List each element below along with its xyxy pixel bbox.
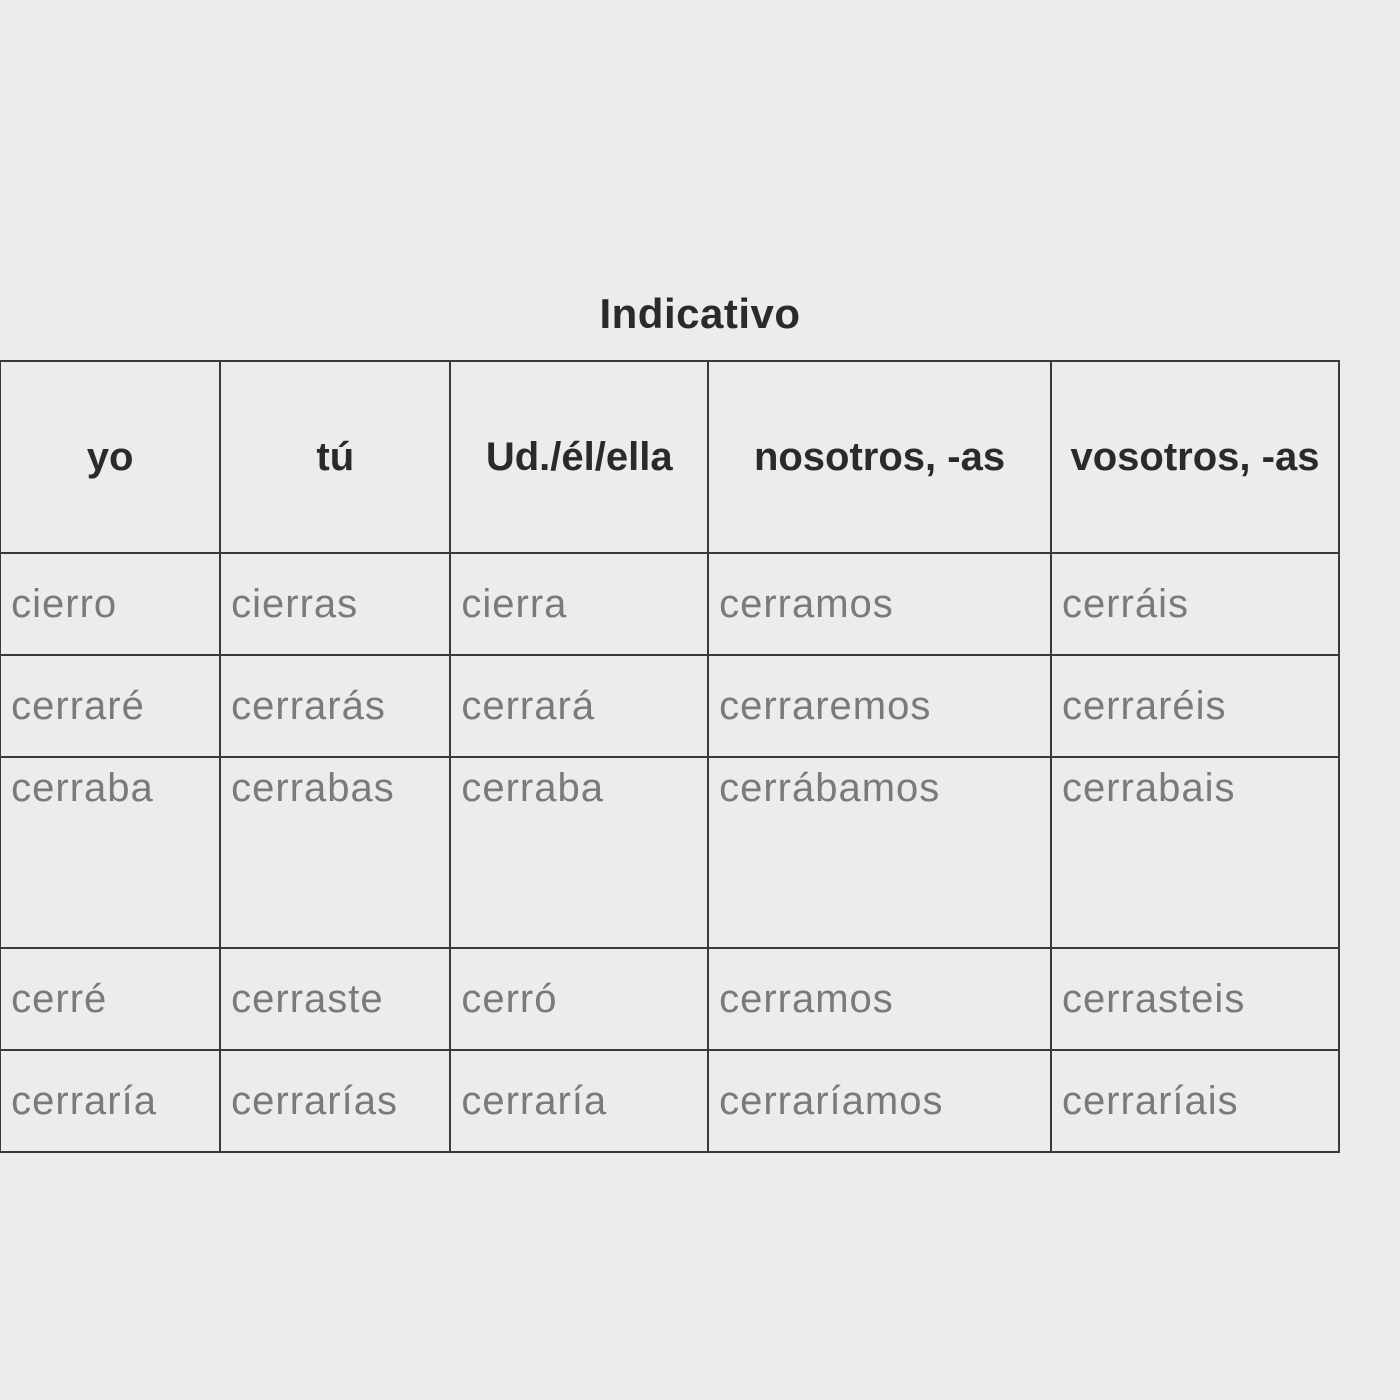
col-header-yo: yo [0, 361, 220, 553]
col-header-vosotros: vosotros, -as [1051, 361, 1339, 553]
cell: cierro [0, 553, 220, 655]
cell: cerré [0, 948, 220, 1050]
table-title: Indicativo [0, 290, 1400, 338]
cell: cerramos [708, 553, 1051, 655]
table-body: cierrocierrascierracerramoscerráiscerrar… [0, 553, 1339, 1152]
cell: cerraré [0, 655, 220, 757]
cell: cerraste [220, 948, 450, 1050]
cell: cerrarás [220, 655, 450, 757]
table-row: cerraríacerraríascerraríacerraríamoscerr… [0, 1050, 1339, 1152]
col-header-ud: Ud./él/ella [450, 361, 708, 553]
col-header-tu: tú [220, 361, 450, 553]
cell: cerraremos [708, 655, 1051, 757]
cell: cierra [450, 553, 708, 655]
table-row: cerrécerrastecerrócerramoscerrasteis [0, 948, 1339, 1050]
cell: cerraría [450, 1050, 708, 1152]
cell: cerró [450, 948, 708, 1050]
cell: cerrasteis [1051, 948, 1339, 1050]
cell: cerrabas [220, 757, 450, 948]
cell: cerráis [1051, 553, 1339, 655]
cell: cerrábamos [708, 757, 1051, 948]
cell: cerramos [708, 948, 1051, 1050]
cell: cerraba [450, 757, 708, 948]
table-row: cierrocierrascierracerramoscerráis [0, 553, 1339, 655]
cell: cerraría [0, 1050, 220, 1152]
cell: cerrabais [1051, 757, 1339, 948]
cell: cerraríais [1051, 1050, 1339, 1152]
table-header-row: yo tú Ud./él/ella nosotros, -as vosotros… [0, 361, 1339, 553]
table-row: tocerrabacerrabascerrabacerrábamoscerrab… [0, 757, 1339, 948]
cell: cerraba [0, 757, 220, 948]
table-row: cerrarécerraráscerrarácerraremoscerraréi… [0, 655, 1339, 757]
col-header-nosotros: nosotros, -as [708, 361, 1051, 553]
cell: cerrarías [220, 1050, 450, 1152]
cell: cierras [220, 553, 450, 655]
cell: cerraríamos [708, 1050, 1051, 1152]
cell: cerraréis [1051, 655, 1339, 757]
conjugation-table: yo tú Ud./él/ella nosotros, -as vosotros… [0, 360, 1340, 1153]
cell: cerrará [450, 655, 708, 757]
